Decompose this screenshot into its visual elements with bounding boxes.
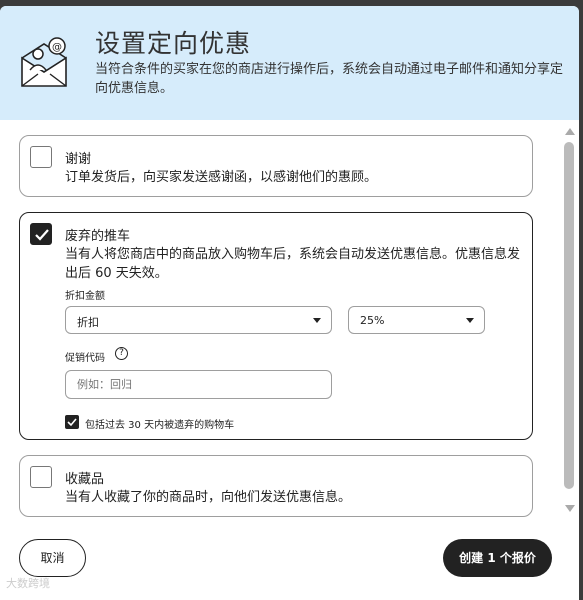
include-past-carts-checkbox[interactable] [65, 415, 79, 429]
include-past-carts-label: 包括过去 30 天内被遗弃的购物车 [85, 420, 235, 431]
abandoned-cart-checkbox[interactable] [30, 223, 52, 245]
modal-footer: 取消 创建 1 个报价 [0, 520, 579, 600]
promo-code-label: 促销代码 [65, 353, 105, 364]
option-title: 谢谢 [65, 152, 92, 167]
option-description: 当有人收藏了你的商品时，向他们发送优惠信息。 [65, 490, 352, 505]
discount-value-select[interactable]: 25% [348, 306, 485, 334]
scrollbar[interactable] [563, 128, 575, 512]
discount-type-value: 折扣 [77, 316, 99, 329]
option-description: 当有人将您商店中的商品放入购物车后，系统会自动发送优惠信息。优惠信息发出后 60… [65, 247, 521, 281]
option-title: 废弃的推车 [65, 229, 131, 244]
option-title: 收藏品 [65, 472, 105, 487]
scroll-down-arrow[interactable] [565, 505, 575, 512]
option-description: 订单发货后，向买家发送感谢函，以感谢他们的惠顾。 [65, 170, 378, 185]
watermark: 大数跨境 [6, 577, 50, 590]
check-icon [67, 418, 77, 427]
cancel-button[interactable]: 取消 [19, 539, 86, 577]
modal-title: 设置定向优惠 [95, 29, 252, 58]
create-offer-button[interactable]: 创建 1 个报价 [443, 539, 552, 577]
help-icon[interactable]: ? [115, 347, 128, 360]
scroll-thumb[interactable] [564, 142, 574, 489]
options-list: 谢谢 订单发货后，向买家发送感谢函，以感谢他们的惠顾。 废弃的推车 当有人将您商… [0, 120, 579, 520]
svg-text:@: @ [52, 42, 62, 53]
chevron-down-icon [313, 318, 321, 323]
discount-amount-label: 折扣金额 [65, 291, 105, 302]
discount-type-select[interactable]: 折扣 [65, 306, 332, 334]
modal-header: @ 设置定向优惠 当符合条件的买家在您的商店进行操作后，系统会自动通过电子邮件和… [0, 6, 579, 120]
favorites-checkbox[interactable] [30, 466, 52, 488]
check-icon [35, 229, 49, 241]
scroll-up-arrow[interactable] [565, 128, 575, 135]
offer-modal: @ 设置定向优惠 当符合条件的买家在您的商店进行操作后，系统会自动通过电子邮件和… [0, 6, 579, 600]
promo-code-input[interactable] [65, 370, 332, 399]
option-card-favorites[interactable]: 收藏品 当有人收藏了你的商品时，向他们发送优惠信息。 [19, 455, 533, 517]
discount-value: 25% [360, 314, 385, 327]
option-card-abandoned-cart[interactable]: 废弃的推车 当有人将您商店中的商品放入购物车后，系统会自动发送优惠信息。优惠信息… [19, 212, 533, 440]
thanks-checkbox[interactable] [30, 146, 52, 168]
modal-description: 当符合条件的买家在您的商店进行操作后，系统会自动通过电子邮件和通知分享定向优惠信… [95, 62, 564, 96]
email-offer-icon: @ [21, 37, 67, 87]
chevron-down-icon [466, 318, 474, 323]
option-card-thanks[interactable]: 谢谢 订单发货后，向买家发送感谢函，以感谢他们的惠顾。 [19, 135, 533, 197]
